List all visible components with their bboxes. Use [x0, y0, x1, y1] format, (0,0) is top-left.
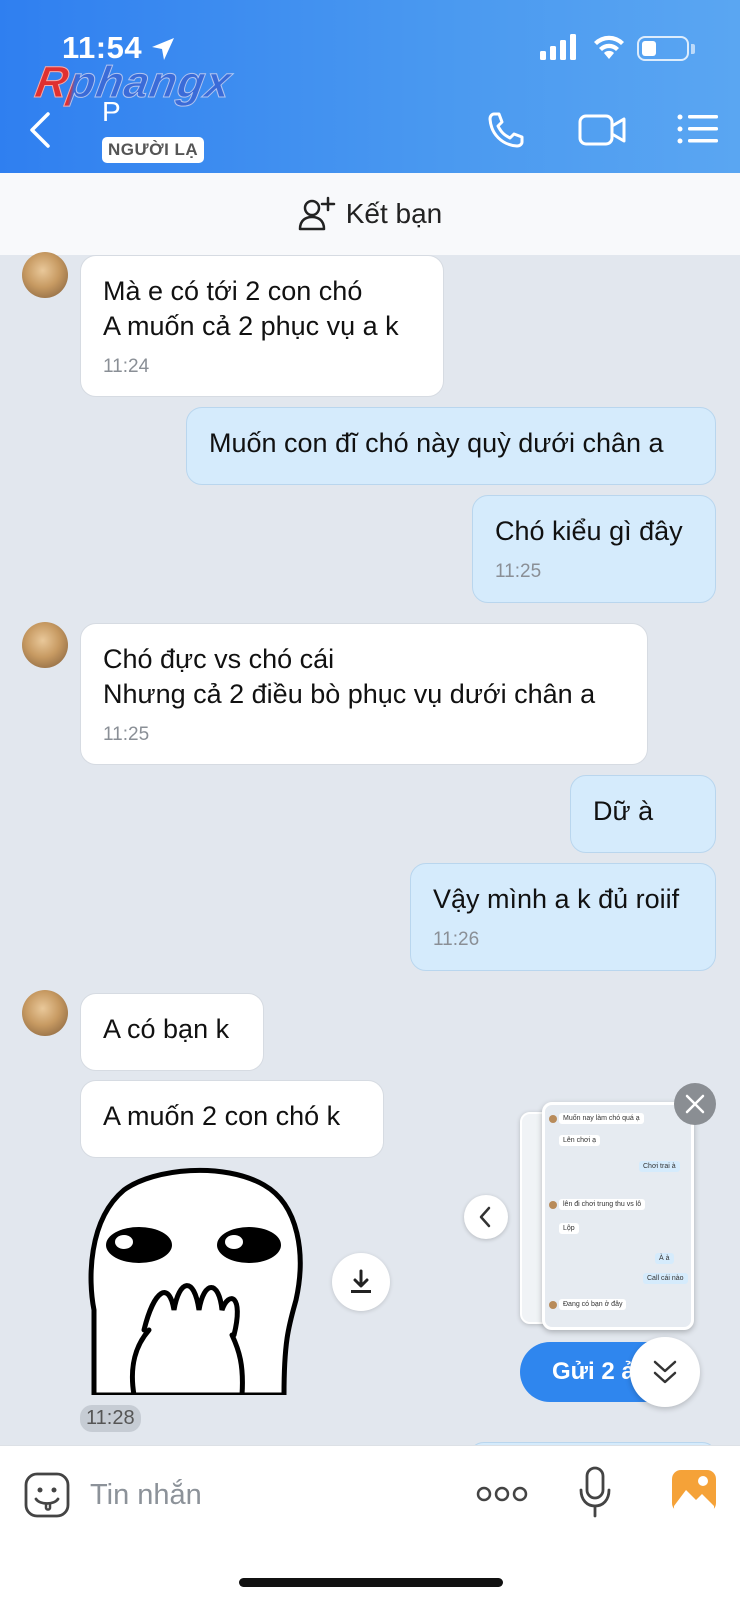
message-text: Chó đực vs chó cái Nhưng cả 2 điều bò ph…	[103, 644, 596, 709]
message-bubble-outgoing[interactable]: Dữ à	[570, 775, 716, 853]
contact-avatar[interactable]	[22, 252, 68, 298]
add-friend-label: Kết bạn	[345, 198, 443, 229]
message-bubble-outgoing[interactable]: Vậy mình a k đủ roiif 11:26	[410, 863, 716, 971]
contact-avatar[interactable]	[22, 622, 68, 668]
sticker-time: 11:28	[80, 1405, 141, 1432]
download-icon	[351, 1269, 371, 1293]
double-chevron-down-icon	[653, 1360, 677, 1384]
preview-avatar	[549, 1201, 557, 1209]
home-indicator	[239, 1578, 503, 1587]
photo-gallery-icon[interactable]	[670, 1468, 718, 1514]
chevron-left-icon	[479, 1206, 491, 1228]
message-time: 11:25	[495, 561, 542, 582]
add-friend-icon	[298, 196, 335, 231]
phone-call-icon[interactable]	[484, 108, 532, 152]
signal-icon	[540, 34, 576, 60]
preview-avatar	[549, 1115, 557, 1123]
message-text: Muốn con đĩ chó này quỳ dưới chân a	[209, 428, 664, 458]
message-text: Mà e có tới 2 con chó A muốn cả 2 phục v…	[103, 276, 399, 341]
message-bubble-incoming[interactable]: Chó đực vs chó cái Nhưng cả 2 điều bò ph…	[80, 623, 648, 765]
more-options-icon[interactable]	[476, 1476, 528, 1512]
message-bubble-incoming[interactable]: A có bạn k	[80, 993, 264, 1071]
message-text: A muốn 2 con chó k	[103, 1101, 341, 1131]
message-text: Chó kiểu gì đây	[495, 516, 683, 546]
preview-line: Chơi trai à	[639, 1161, 680, 1172]
message-input[interactable]	[90, 1470, 450, 1520]
contact-avatar[interactable]	[22, 990, 68, 1036]
message-text: Dữ à	[593, 796, 654, 826]
preview-line: À à	[655, 1253, 674, 1264]
message-bubble-outgoing[interactable]: Muốn con đĩ chó này quỳ dưới chân a	[186, 407, 716, 485]
message-time: 11:25	[103, 724, 150, 745]
preview-line: lên đi chơi trung thu vs lô	[559, 1199, 646, 1210]
emoji-sticker-icon[interactable]	[24, 1472, 70, 1518]
close-icon	[685, 1094, 705, 1114]
preview-line: Lên chơi ạ	[559, 1135, 601, 1146]
chat-header: 11:54 Rphangx P NGƯỜI LẠ	[0, 0, 740, 173]
message-bubble-incoming[interactable]: A muốn 2 con chó k	[80, 1080, 384, 1158]
preview-line: Lộp	[559, 1223, 579, 1234]
preview-line: Đang có bạn ở đây	[559, 1299, 627, 1310]
add-friend-bar[interactable]: Kết bạn	[0, 173, 740, 255]
sticker-image[interactable]	[84, 1160, 304, 1395]
watermark-logo: Rphangx	[31, 58, 236, 108]
message-time: 11:26	[433, 929, 480, 950]
preview-prev-button[interactable]	[464, 1195, 508, 1239]
message-text: A có bạn k	[103, 1014, 230, 1044]
message-bubble-outgoing[interactable]: Chó kiểu gì đây 11:25	[472, 495, 716, 603]
message-time: 11:24	[103, 356, 150, 377]
message-bubble-incoming[interactable]: Mà e có tới 2 con chó A muốn cả 2 phục v…	[80, 255, 444, 397]
microphone-icon[interactable]	[578, 1466, 612, 1520]
scroll-to-bottom-button[interactable]	[630, 1337, 700, 1407]
battery-icon	[637, 36, 689, 61]
wifi-icon	[594, 35, 624, 59]
back-arrow-icon[interactable]	[24, 110, 60, 150]
stranger-badge: NGƯỜI LẠ	[102, 137, 205, 163]
contact-name[interactable]: P	[102, 96, 121, 128]
message-input-bar	[0, 1445, 740, 1600]
preview-line: Muốn nay làm chó quá ạ	[559, 1113, 644, 1124]
download-button[interactable]	[332, 1253, 390, 1311]
screenshot-preview-card[interactable]: Muốn nay làm chó quá ạ Lên chơi ạ Chơi t…	[542, 1102, 694, 1330]
preview-avatar	[549, 1301, 557, 1309]
menu-list-icon[interactable]	[676, 108, 724, 152]
video-call-icon[interactable]	[578, 108, 626, 152]
battery-cap	[691, 44, 695, 54]
message-text: Vậy mình a k đủ roiif	[433, 884, 680, 914]
preview-line: Call cái nào	[643, 1273, 688, 1284]
close-preview-button[interactable]	[674, 1083, 716, 1125]
